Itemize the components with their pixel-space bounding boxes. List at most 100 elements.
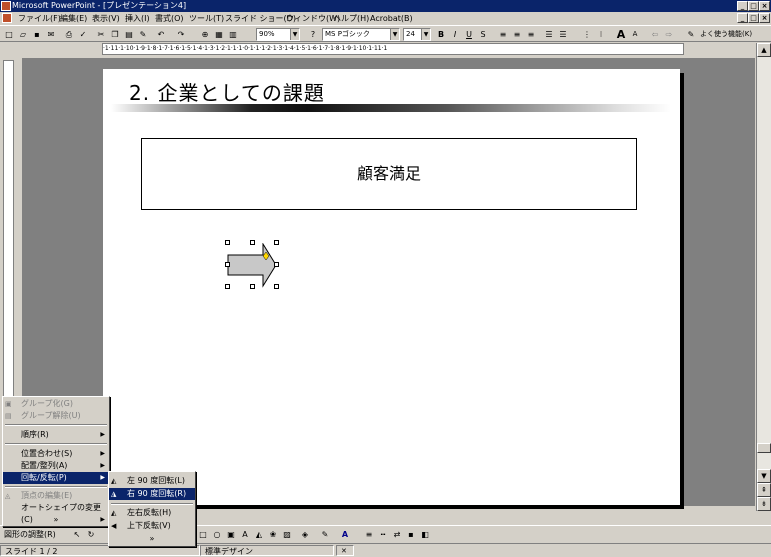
selection-handle[interactable] [274, 262, 279, 267]
numbering-icon[interactable]: ☰ [542, 28, 556, 41]
bullets-icon[interactable]: ☰ [556, 28, 570, 41]
textbox-icon[interactable]: ▣ [224, 528, 238, 541]
powerpoint-app-icon[interactable] [1, 1, 11, 11]
redo-icon[interactable]: ↷ [174, 28, 188, 41]
menu-item-flip-vertical[interactable]: ◀ 上下反転(V) [109, 520, 195, 532]
underline-icon[interactable]: U [462, 28, 476, 41]
decrease-font-icon[interactable]: A [628, 28, 642, 41]
selection-handle[interactable] [250, 240, 255, 245]
slide-title[interactable]: 2. 企業としての課題 [129, 77, 325, 106]
menu-tools[interactable]: ツール(T) [189, 12, 224, 25]
line-style-icon[interactable]: ≡ [362, 528, 376, 541]
copy-icon[interactable]: ❐ [108, 28, 122, 41]
font-color-icon[interactable]: A [338, 528, 352, 541]
italic-icon[interactable]: I [448, 28, 462, 41]
increase-font-icon[interactable]: A [614, 28, 628, 41]
align-center-icon[interactable]: ≡ [510, 28, 524, 41]
selection-handle[interactable] [274, 240, 279, 245]
wordart-icon[interactable]: A [238, 528, 252, 541]
fill-color-icon[interactable]: ◈ [298, 528, 312, 541]
doc-minimize-button[interactable]: _ [737, 13, 748, 23]
open-icon[interactable]: ▱ [16, 28, 30, 41]
next-slide-icon[interactable]: ⇟ [757, 497, 771, 511]
scroll-thumb[interactable] [757, 443, 771, 453]
prev-slide-icon[interactable]: ⇞ [757, 483, 771, 497]
slide-canvas[interactable]: 2. 企業としての課題 顧客満足 [103, 69, 680, 505]
oval-icon[interactable]: ○ [210, 528, 224, 541]
right-arrow-shape[interactable] [227, 243, 277, 289]
selection-handle[interactable] [225, 240, 230, 245]
customer-satisfaction-box[interactable]: 顧客満足 [141, 138, 637, 210]
hyperlink-icon[interactable]: ⊕ [198, 28, 212, 41]
menu-file[interactable]: ファイル(F) [18, 12, 61, 25]
menu-help[interactable]: ヘルプ(H) [333, 12, 369, 25]
chart-icon[interactable]: ▥ [226, 28, 240, 41]
free-rotate-icon[interactable]: ↻ [84, 528, 98, 541]
menu-item-flip-horizontal[interactable]: ◭ 左右反転(H) [109, 507, 195, 519]
picture-icon[interactable]: ▨ [280, 528, 294, 541]
menu-view[interactable]: 表示(V) [92, 12, 120, 25]
maximize-button[interactable]: □ [748, 1, 759, 11]
menu-format[interactable]: 書式(O) [155, 12, 184, 25]
menu-expand[interactable]: » [3, 514, 109, 526]
menu-acrobat[interactable]: Acrobat(B) [370, 12, 413, 25]
vertical-scrollbar[interactable]: ▲ ▼ ⇞ ⇟ [756, 43, 771, 511]
format-painter-icon[interactable]: ✎ [136, 28, 150, 41]
3d-style-icon[interactable]: ◧ [418, 528, 432, 541]
menu-item-nudge[interactable]: 位置合わせ(S) ▶ [3, 448, 109, 460]
align-right-icon[interactable]: ≡ [524, 28, 538, 41]
rectangle-icon[interactable]: □ [196, 528, 210, 541]
promote-icon[interactable]: ⇦ [648, 28, 662, 41]
clipart-icon[interactable]: ❀ [266, 528, 280, 541]
selection-handle[interactable] [225, 284, 230, 289]
bold-icon[interactable]: B [434, 28, 448, 41]
menu-insert[interactable]: 挿入(I) [125, 12, 150, 25]
zoom-dropdown-icon[interactable]: ▼ [290, 29, 299, 40]
font-size-select[interactable]: 24 ▼ [403, 28, 431, 41]
cut-icon[interactable]: ✂ [94, 28, 108, 41]
demote-icon[interactable]: ⇨ [662, 28, 676, 41]
paste-icon[interactable]: ▤ [122, 28, 136, 41]
submenu-expand[interactable]: » [109, 533, 195, 545]
undo-icon[interactable]: ↶ [154, 28, 168, 41]
spellcheck-icon[interactable]: ✓ [76, 28, 90, 41]
common-tasks-button[interactable]: よく使う機能(K) [700, 28, 752, 41]
selection-handle[interactable] [274, 284, 279, 289]
doc-close-button[interactable]: × [759, 13, 770, 23]
select-objects-icon[interactable]: ↖ [70, 528, 84, 541]
help-icon[interactable]: ? [306, 28, 320, 41]
scroll-down-icon[interactable]: ▼ [757, 469, 771, 483]
menu-item-rotate-left[interactable]: ◭ 左 90 度回転(L) [109, 475, 195, 487]
align-left-icon[interactable]: ≡ [496, 28, 510, 41]
menu-item-rotate-flip[interactable]: 回転/反転(P) ▶ [3, 472, 109, 484]
design-icon[interactable]: ✎ [684, 28, 698, 41]
menu-edit[interactable]: 編集(E) [60, 12, 87, 25]
font-dropdown-icon[interactable]: ▼ [390, 29, 399, 40]
menu-item-rotate-right[interactable]: ◮ 右 90 度回転(R) [109, 488, 195, 500]
bullet-list-icon[interactable]: ⁝ [594, 28, 608, 41]
shadow-style-icon[interactable]: ▪ [404, 528, 418, 541]
print-icon[interactable]: ⎙ [62, 28, 76, 41]
menu-item-align[interactable]: 配置/整列(A) ▶ [3, 460, 109, 472]
scroll-up-icon[interactable]: ▲ [757, 43, 771, 57]
size-dropdown-icon[interactable]: ▼ [421, 29, 430, 40]
dash-style-icon[interactable]: ┅ [376, 528, 390, 541]
font-select[interactable]: MS Pゴシック ▼ [322, 28, 400, 41]
minimize-button[interactable]: _ [737, 1, 748, 11]
new-icon[interactable]: □ [2, 28, 16, 41]
line-color-icon[interactable]: ✎ [318, 528, 332, 541]
diagram-icon[interactable]: ◭ [252, 528, 266, 541]
menu-item-order[interactable]: 順序(R) ▶ [3, 429, 109, 441]
menu-item-change-autoshape[interactable]: オートシェイプの変更(C) ▶ [3, 502, 109, 524]
document-icon[interactable] [2, 13, 12, 23]
table-icon[interactable]: ▦ [212, 28, 226, 41]
close-button[interactable]: × [759, 1, 770, 11]
email-icon[interactable]: ✉ [44, 28, 58, 41]
selection-handle[interactable] [250, 284, 255, 289]
zoom-select[interactable]: 90% ▼ [256, 28, 300, 41]
numbered-list-icon[interactable]: ⋮ [580, 28, 594, 41]
draw-menu-button[interactable]: 図形の調整(R) [4, 529, 56, 540]
shadow-icon[interactable]: S [476, 28, 490, 41]
doc-restore-button[interactable]: □ [748, 13, 759, 23]
save-icon[interactable]: ▪ [30, 28, 44, 41]
